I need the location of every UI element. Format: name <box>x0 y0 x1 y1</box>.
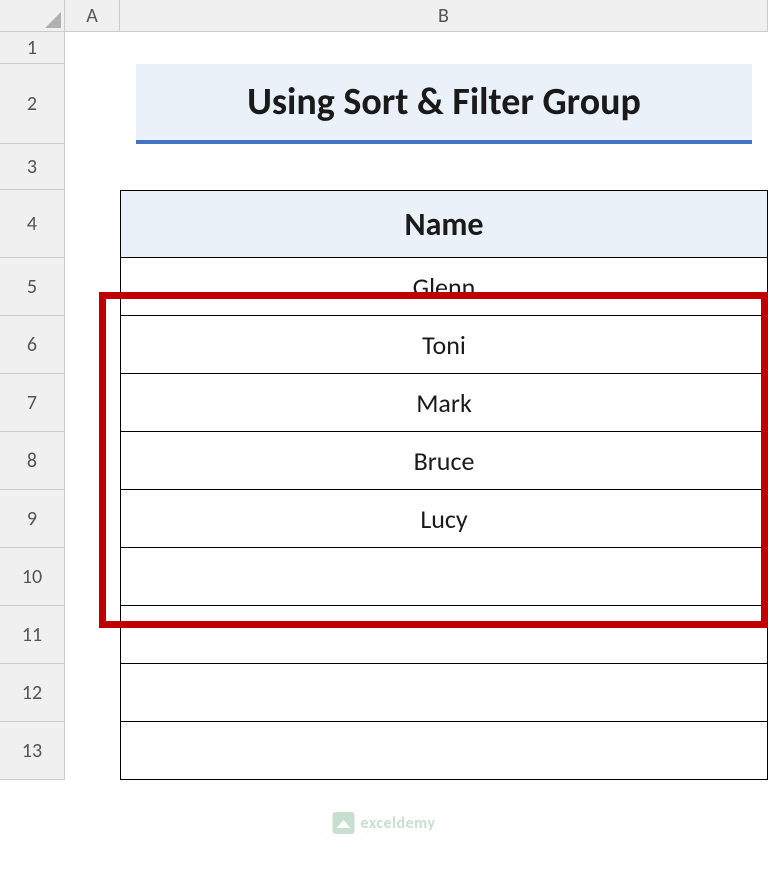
select-all-corner[interactable] <box>0 0 65 32</box>
table-row[interactable] <box>120 722 768 780</box>
row-header-12[interactable]: 12 <box>0 664 65 722</box>
table-row[interactable] <box>120 664 768 722</box>
row-header-4[interactable]: 4 <box>0 190 65 258</box>
row-header-13[interactable]: 13 <box>0 722 65 780</box>
column-headers: A B <box>65 0 768 32</box>
column-header-A[interactable]: A <box>65 0 120 32</box>
row-header-1[interactable]: 1 <box>0 32 65 64</box>
row-header-9[interactable]: 9 <box>0 490 65 548</box>
table-row[interactable]: Mark <box>120 374 768 432</box>
table-row[interactable]: Lucy <box>120 490 768 548</box>
row-header-11[interactable]: 11 <box>0 606 65 664</box>
table-row[interactable]: Toni <box>120 316 768 374</box>
row-header-8[interactable]: 8 <box>0 432 65 490</box>
spreadsheet-container: A B 1 2 3 4 5 6 7 8 9 10 11 12 13 Using … <box>0 0 768 871</box>
table-row[interactable] <box>120 606 768 664</box>
table-row[interactable]: Glenn <box>120 258 768 316</box>
row-header-6[interactable]: 6 <box>0 316 65 374</box>
row-headers: 1 2 3 4 5 6 7 8 9 10 11 12 13 <box>0 32 65 780</box>
table-row[interactable]: Bruce <box>120 432 768 490</box>
row-header-7[interactable]: 7 <box>0 374 65 432</box>
table-row[interactable] <box>120 548 768 606</box>
row-header-3[interactable]: 3 <box>0 144 65 190</box>
row-header-10[interactable]: 10 <box>0 548 65 606</box>
select-all-triangle-icon <box>45 12 61 28</box>
title-cell[interactable]: Using Sort & Filter Group <box>136 64 752 144</box>
column-header-B[interactable]: B <box>120 0 768 32</box>
grid-area[interactable]: Using Sort & Filter Group Name Glenn Ton… <box>65 32 768 871</box>
row-header-5[interactable]: 5 <box>0 258 65 316</box>
table-header-name[interactable]: Name <box>120 190 768 258</box>
row-header-2[interactable]: 2 <box>0 64 65 144</box>
